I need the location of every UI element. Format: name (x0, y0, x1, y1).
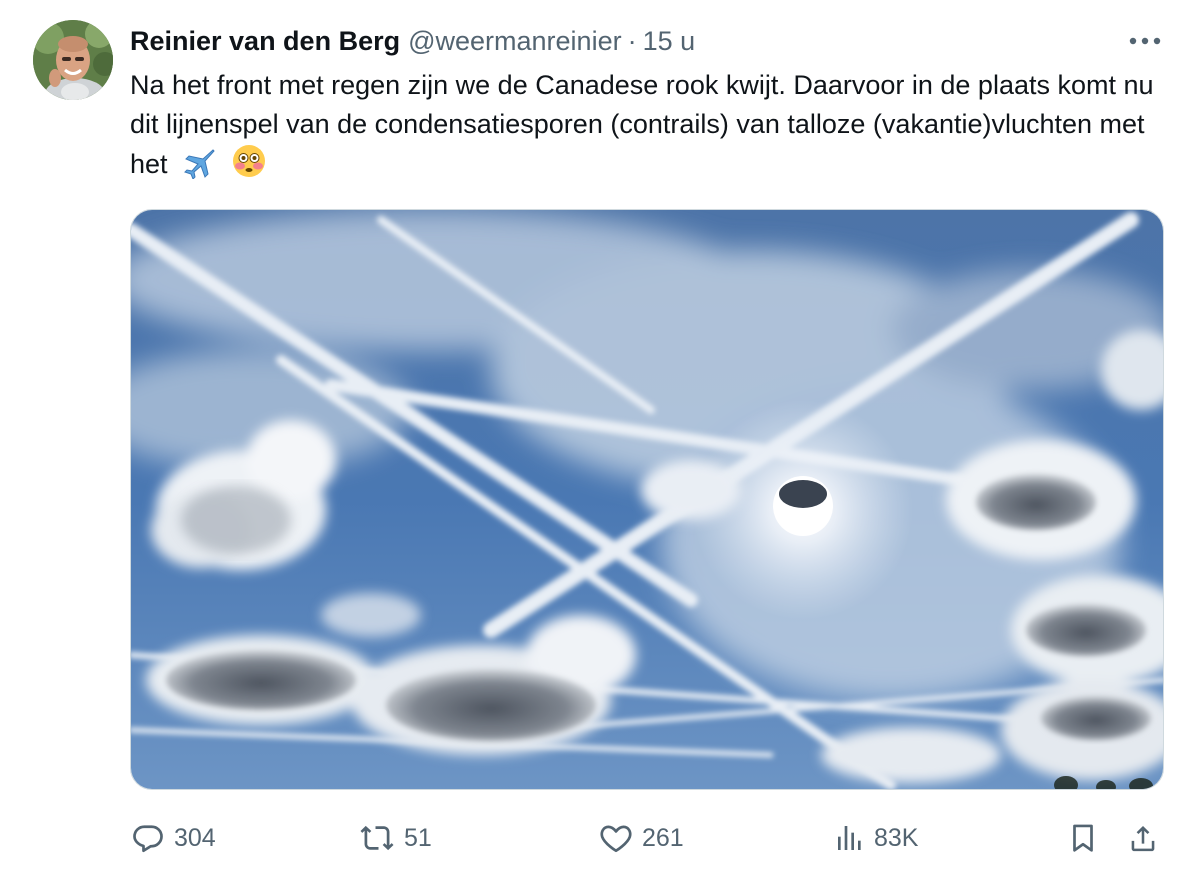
avatar[interactable] (33, 20, 113, 100)
repost-count: 51 (404, 823, 432, 852)
tweet-text: Na het front met regen zijn we de Canade… (130, 70, 1154, 179)
reply-icon (133, 825, 163, 853)
share-button[interactable] (1126, 815, 1160, 861)
tweet-actions: 304 51 261 83K (130, 815, 1164, 861)
analytics-icon (838, 826, 861, 850)
more-options-button[interactable] (1126, 26, 1164, 56)
more-dots-icon (1129, 37, 1161, 45)
like-count: 261 (642, 823, 684, 852)
heart-icon (600, 825, 632, 853)
tweet-header: Reinier van den Berg @weermanreinier · 1… (130, 24, 695, 58)
views-button[interactable]: 83K (834, 815, 918, 861)
tweet-photo[interactable] (130, 209, 1164, 790)
reply-count: 304 (174, 823, 216, 852)
repost-button[interactable]: 51 (358, 815, 432, 861)
author-handle[interactable]: @weermanreinier (408, 24, 621, 58)
tweet-text-block: Na het front met regen zijn we de Canade… (130, 66, 1160, 190)
timestamp[interactable]: 15 u (643, 24, 696, 58)
bookmark-icon (1073, 824, 1093, 852)
reply-button[interactable]: 304 (130, 815, 216, 861)
share-icon (1131, 825, 1155, 852)
like-button[interactable]: 261 (598, 815, 684, 861)
author-name[interactable]: Reinier van den Berg (130, 24, 400, 58)
airplane-emoji (181, 147, 217, 190)
sky-photo (131, 210, 1163, 789)
repost-icon (360, 825, 394, 851)
tweet: Reinier van den Berg @weermanreinier · 1… (0, 0, 1194, 884)
flushed-face-emoji (231, 143, 267, 190)
bookmark-button[interactable] (1066, 815, 1100, 861)
view-count: 83K (874, 823, 919, 852)
avatar-image (33, 20, 113, 100)
separator-dot: · (627, 26, 637, 56)
